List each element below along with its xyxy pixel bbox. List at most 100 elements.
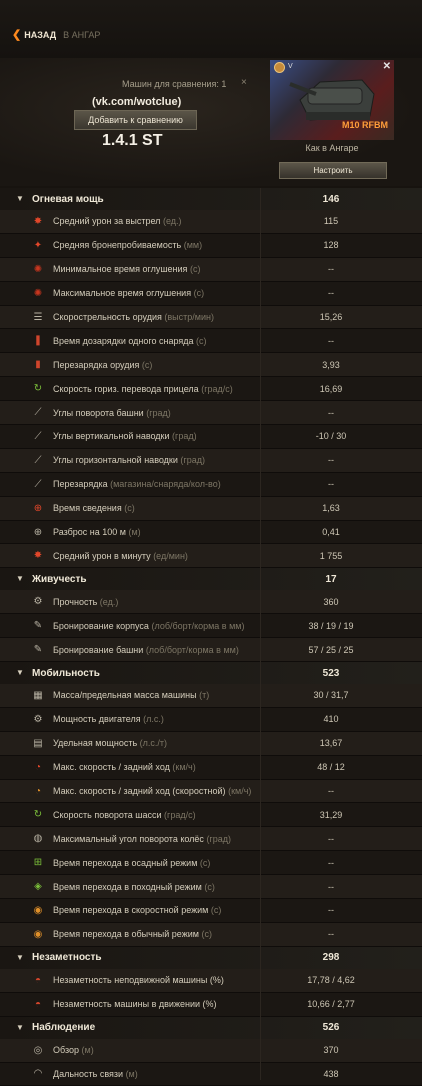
stat-row: ✸Средний урон в минуту (ед/мин)1 755 bbox=[0, 544, 422, 568]
section-header[interactable]: ▼ Мобильность 523 bbox=[0, 662, 422, 684]
stat-value: 48 / 12 bbox=[290, 762, 372, 772]
stat-row: ✎Бронирование башни (лоб/борт/корма в мм… bbox=[0, 638, 422, 662]
back-button[interactable]: ❮ НАЗАД В АНГАР bbox=[12, 28, 100, 41]
stat-row: ✸ Средний урон за выстрел (ед.) 115 bbox=[0, 210, 422, 234]
stat-row: ☰Скорострельность орудия (выстр/мин)15,2… bbox=[0, 306, 422, 330]
stat-value: -- bbox=[290, 786, 372, 796]
setup-button[interactable]: Настроить bbox=[279, 162, 387, 179]
stat-value: 17,78 / 4,62 bbox=[290, 975, 372, 985]
section-header[interactable]: ▼Наблюдение526 bbox=[0, 1017, 422, 1039]
stat-row: ◈Время перехода в походный режим (с)-- bbox=[0, 875, 422, 899]
stat-value: -- bbox=[290, 408, 372, 418]
stat-unit: (л.с./т) bbox=[140, 738, 167, 748]
stat-unit: (%) bbox=[203, 999, 217, 1009]
stat-unit: (с) bbox=[194, 288, 205, 298]
penetration-icon: ✦ bbox=[31, 238, 45, 252]
stat-value: -- bbox=[290, 905, 372, 915]
stat-row: ◉Время перехода в обычный режим (с)-- bbox=[0, 923, 422, 947]
stat-unit: (град/с) bbox=[201, 384, 233, 394]
stat-row: ⚙Мощность двигателя (л.с.)410 bbox=[0, 708, 422, 732]
section-header[interactable]: ▼Незаметность298 bbox=[0, 947, 422, 969]
stat-unit: (%) bbox=[210, 975, 224, 985]
damage-icon: ✸ bbox=[31, 214, 45, 228]
stat-value: -- bbox=[290, 264, 372, 274]
stat-value: -- bbox=[290, 929, 372, 939]
stat-value: 1 755 bbox=[290, 551, 372, 561]
stat-value: 370 bbox=[290, 1045, 372, 1055]
stat-row: ◓Незаметность машины в движении (%)10,66… bbox=[0, 993, 422, 1017]
stat-row: ✎ Бронирование корпуса (лоб/борт/корма в … bbox=[0, 614, 422, 638]
aim-time-icon: ⊕ bbox=[31, 501, 45, 515]
stat-row: ⊕Разброс на 100 м (м)0,41 bbox=[0, 521, 422, 545]
section-header[interactable]: ▼Живучесть17 bbox=[0, 568, 422, 590]
stat-label: Перезарядка орудия (с) bbox=[53, 360, 152, 370]
stat-label: Удельная мощность (л.с./т) bbox=[53, 738, 167, 748]
stat-value: 410 bbox=[290, 714, 372, 724]
stat-row: ↻Скорость поворота шасси (град/с)31,29 bbox=[0, 803, 422, 827]
stat-row: ⊕Время сведения (с)1,63 bbox=[0, 497, 422, 521]
stat-unit: (град) bbox=[180, 455, 205, 465]
section-title: Мобильность bbox=[32, 668, 100, 679]
stat-unit: (град) bbox=[172, 431, 197, 441]
hull-armor-icon: ✎ bbox=[31, 619, 45, 633]
stat-value: -- bbox=[290, 882, 372, 892]
stat-label: Макс. скорость / задний ход (скоростной)… bbox=[53, 786, 251, 796]
stat-value: -- bbox=[290, 336, 372, 346]
stat-row: ⟋ Углы поворота башни (град) -- bbox=[0, 401, 422, 425]
stat-label: Средний урон за выстрел (ед.) bbox=[53, 216, 182, 226]
stat-unit: (ед.) bbox=[100, 597, 119, 607]
dispersion-icon: ⊕ bbox=[31, 525, 45, 539]
stat-label: Мощность двигателя (л.с.) bbox=[53, 714, 164, 724]
add-to-compare-button[interactable]: Добавить к сравнению bbox=[74, 110, 197, 130]
section-title: Незаметность bbox=[32, 952, 102, 963]
stat-label: Обзор (м) bbox=[53, 1045, 94, 1055]
turret-armor-icon: ✎ bbox=[31, 643, 45, 657]
close-compare-icon[interactable]: × bbox=[241, 77, 247, 88]
speed-fast-icon: ◔ bbox=[31, 784, 45, 798]
stat-unit: (с) bbox=[200, 858, 211, 868]
stat-value: 3,93 bbox=[290, 360, 372, 370]
stat-label: Скорость поворота шасси (град/с) bbox=[53, 810, 196, 820]
stat-value: 57 / 25 / 25 bbox=[290, 645, 372, 655]
section-title: Живучесть bbox=[32, 574, 87, 585]
stat-unit: (л.с.) bbox=[143, 714, 164, 724]
collapse-arrow-icon[interactable]: ▼ bbox=[16, 194, 24, 203]
stat-unit: (с) bbox=[190, 264, 201, 274]
collapse-arrow-icon[interactable]: ▼ bbox=[16, 953, 24, 962]
hull-traverse-icon: ↻ bbox=[31, 808, 45, 822]
stat-row: ❚Время дозарядки одного снаряда (с)-- bbox=[0, 329, 422, 353]
stat-value: -- bbox=[290, 479, 372, 489]
section-header[interactable]: ▼Огневая мощь146 bbox=[0, 188, 422, 210]
stat-label: Минимальное время оглушения (с) bbox=[53, 264, 200, 274]
magazine-icon: ⟋ bbox=[31, 477, 45, 491]
collapse-arrow-icon[interactable]: ▼ bbox=[16, 1023, 24, 1032]
chevron-left-icon: ❮ bbox=[12, 28, 21, 41]
collapse-arrow-icon[interactable]: ▼ bbox=[16, 668, 24, 677]
vehicle-card[interactable]: V ✕ M10 RFBM bbox=[270, 60, 394, 140]
stat-label: Бронирование корпуса (лоб/борт/корма в м… bbox=[53, 621, 244, 631]
stat-value: -- bbox=[290, 834, 372, 844]
stat-unit: (с) bbox=[142, 360, 153, 370]
siege-mode-icon: ⊞ bbox=[31, 856, 45, 870]
stat-unit: (км/ч) bbox=[228, 786, 251, 796]
stat-label: Скорострельность орудия (выстр/мин) bbox=[53, 312, 214, 322]
stat-label: Дальность связи (м) bbox=[53, 1069, 138, 1079]
stat-unit: (град) bbox=[206, 834, 231, 844]
wheel-angle-icon: ◍ bbox=[31, 832, 45, 846]
turret-angle-icon: ⟋ bbox=[31, 406, 45, 420]
section-score: 523 bbox=[300, 668, 362, 679]
stat-value: 16,69 bbox=[290, 384, 372, 394]
stat-unit: (магазина/снаряда/кол-во) bbox=[110, 479, 221, 489]
stun-min-icon: ✺ bbox=[31, 262, 45, 276]
stat-unit: (ед.) bbox=[163, 216, 182, 226]
stat-row: ▦Масса/предельная масса машины (т)30 / 3… bbox=[0, 684, 422, 708]
stat-value: 115 bbox=[290, 216, 372, 226]
collapse-arrow-icon[interactable]: ▼ bbox=[16, 574, 24, 583]
game-version: 1.4.1 ST bbox=[102, 132, 162, 150]
stat-unit: (град/с) bbox=[164, 810, 196, 820]
stat-unit: (м) bbox=[82, 1045, 94, 1055]
vehicle-name: M10 RFBM bbox=[342, 120, 388, 130]
stat-label: Углы поворота башни (град) bbox=[53, 408, 171, 418]
stat-unit: (км/ч) bbox=[172, 762, 195, 772]
stat-row: ✦Средняя бронепробиваемость (мм)128 bbox=[0, 234, 422, 258]
